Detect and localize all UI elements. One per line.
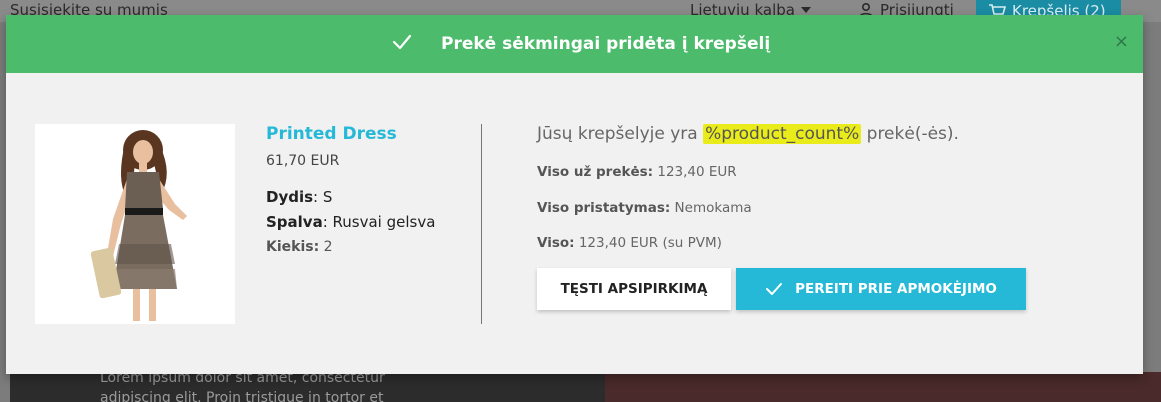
hero-image bbox=[605, 372, 1161, 402]
close-button[interactable]: × bbox=[1114, 31, 1129, 52]
cart-count-text: Jūsų krepšelyje yra %product_count% prek… bbox=[537, 124, 959, 144]
product-count-placeholder: %product_count% bbox=[703, 124, 862, 144]
checkout-label: PEREITI PRIE APMOKĖJIMO bbox=[795, 281, 997, 297]
cart-count-prefix: Jūsų krepšelyje yra bbox=[537, 124, 704, 144]
caret-down-icon bbox=[800, 7, 811, 13]
total-value: 123,40 EUR (su PVM) bbox=[574, 235, 722, 251]
continue-shopping-button[interactable]: TĘSTI APSIPIRKIMĄ bbox=[537, 268, 731, 310]
total-label: Viso: bbox=[537, 235, 575, 251]
color-value: : Rusvai gelsva bbox=[322, 213, 436, 231]
size-value: : S bbox=[313, 188, 333, 206]
product-price: 61,70 EUR bbox=[266, 153, 340, 169]
subtotal-value: 123,40 EUR bbox=[653, 164, 737, 180]
modal-title: Prekė sėkmingai pridėta į krepšelį bbox=[441, 34, 771, 54]
product-size: Dydis: S bbox=[266, 188, 332, 206]
modal-header: Prekė sėkmingai pridėta į krepšelį × bbox=[6, 15, 1143, 73]
product-color: Spalva: Rusvai gelsva bbox=[266, 213, 435, 231]
color-label: Spalva bbox=[266, 213, 323, 231]
product-name[interactable]: Printed Dress bbox=[266, 124, 397, 144]
dress-model-image bbox=[90, 130, 187, 321]
quantity-value: 2 bbox=[319, 239, 333, 255]
size-label: Dydis bbox=[266, 188, 314, 206]
product-quantity: Kiekis: 2 bbox=[266, 239, 333, 255]
proceed-to-checkout-button[interactable]: PEREITI PRIE APMOKĖJIMO bbox=[736, 268, 1026, 310]
shipping-value: Nemokama bbox=[670, 200, 752, 216]
cart-count-suffix: prekė(-ės). bbox=[861, 124, 959, 144]
checkmark-icon bbox=[392, 34, 412, 50]
vertical-divider bbox=[481, 124, 482, 324]
shipping-line: Viso pristatymas: Nemokama bbox=[537, 200, 752, 216]
product-image bbox=[35, 124, 235, 324]
checkmark-icon bbox=[766, 283, 783, 295]
shipping-label: Viso pristatymas: bbox=[537, 200, 671, 216]
quantity-label: Kiekis: bbox=[266, 239, 320, 255]
modal-body: Printed Dress 61,70 EUR Dydis: S Spalva:… bbox=[6, 73, 1143, 374]
total-line: Viso: 123,40 EUR (su PVM) bbox=[537, 235, 722, 251]
subtotal-line: Viso už prekės: 123,40 EUR bbox=[537, 164, 737, 180]
subtotal-label: Viso už prekės: bbox=[537, 164, 654, 180]
add-to-cart-modal: Prekė sėkmingai pridėta į krepšelį × Pri… bbox=[6, 15, 1143, 374]
